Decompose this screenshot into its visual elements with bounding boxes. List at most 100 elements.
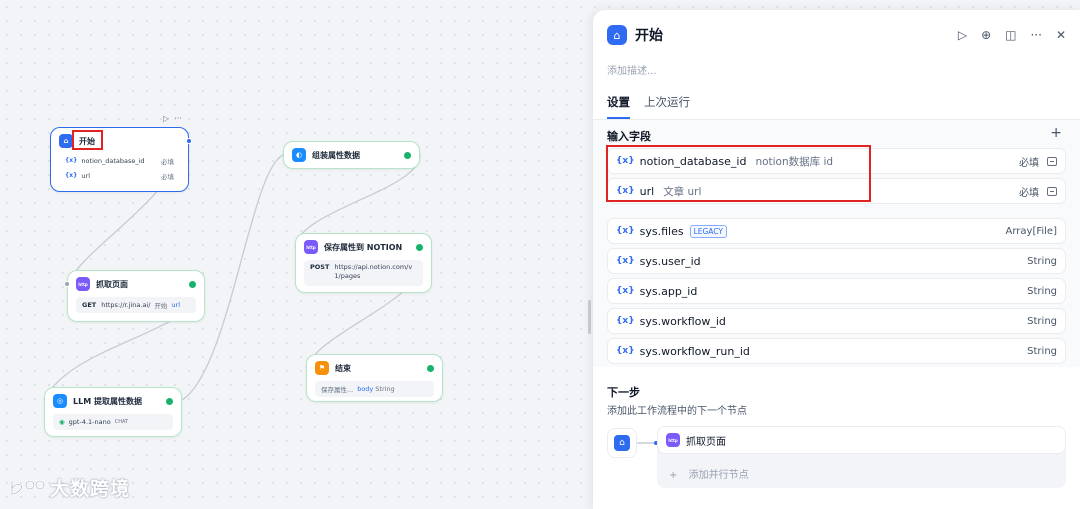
next-node-label: 抓取页面 bbox=[686, 436, 726, 448]
panel-title[interactable]: 开始 bbox=[635, 25, 663, 45]
home-icon: ⌂ bbox=[614, 435, 630, 451]
required-label: 必填 bbox=[1019, 157, 1039, 169]
run-icon[interactable]: ▷ bbox=[958, 28, 967, 42]
variable-icon: {x} bbox=[616, 346, 635, 356]
system-var-row: {x} sys.workflow_id String bbox=[607, 308, 1066, 334]
add-parallel-label: 添加并行节点 bbox=[688, 470, 749, 481]
http-icon: http bbox=[76, 277, 90, 291]
text-type-icon bbox=[1047, 156, 1057, 166]
more-icon[interactable]: ··· bbox=[1030, 28, 1041, 42]
node-start-field-0: {x} notion_database_id 必填 bbox=[59, 154, 180, 167]
node-save-title: 保存属性到 NOTION bbox=[324, 242, 403, 252]
highlight-input-fields bbox=[606, 145, 871, 202]
required-label: 必填 bbox=[161, 157, 174, 166]
next-node-item[interactable]: http 抓取页面 bbox=[657, 426, 1066, 454]
success-icon bbox=[416, 244, 423, 251]
panel-header: ⌂ 开始 ▷ ⊕ ◫ ··· ✕ bbox=[607, 24, 1066, 46]
openai-icon: ◉ bbox=[59, 418, 65, 426]
node-start[interactable]: ⌂ 开始 {x} notion_database_id 必填 {x} url 必… bbox=[50, 127, 192, 192]
request-url: https://api.notion.com/v1/pages bbox=[334, 263, 413, 280]
success-icon bbox=[189, 281, 196, 288]
next-step-list: http 抓取页面 + 添加并行节点 bbox=[657, 426, 1066, 488]
node-settings-panel: ⌂ 开始 ▷ ⊕ ◫ ··· ✕ 添加描述... 设置 上次运行 输入字段 + … bbox=[593, 10, 1080, 509]
node-fetch[interactable]: http 抓取页面 GET https://r.jina.ai/ 开始 url bbox=[64, 270, 205, 322]
text-type-icon bbox=[1047, 186, 1057, 196]
http-method: POST bbox=[310, 263, 330, 271]
system-var-row: {x} sys.user_id String bbox=[607, 248, 1066, 274]
tab-last-run[interactable]: 上次运行 bbox=[644, 94, 690, 119]
node-fetch-title: 抓取页面 bbox=[96, 279, 128, 289]
output-handle[interactable] bbox=[186, 138, 192, 144]
llm-icon: ◎ bbox=[53, 394, 67, 408]
node-save-request: POST https://api.notion.com/v1/pages bbox=[304, 260, 423, 286]
node-llm[interactable]: ◎ LLM 提取属性数据 ◉ gpt-4.1-nano CHAT bbox=[44, 387, 182, 437]
more-icon[interactable]: ··· bbox=[174, 114, 182, 123]
system-var-row: {x} sys.workflow_run_id String bbox=[607, 338, 1066, 364]
next-step-title: 下一步 bbox=[607, 386, 640, 399]
node-end-header: ⚑ 结束 bbox=[307, 355, 442, 381]
variable-icon: {x} bbox=[65, 157, 78, 164]
var-name: body bbox=[357, 385, 374, 393]
var-type: String bbox=[1027, 345, 1057, 357]
node-assemble[interactable]: ◐ 组装属性数据 bbox=[283, 141, 420, 169]
next-step-subtitle: 添加此工作流程中的下一个节点 bbox=[607, 406, 747, 417]
node-start-field-1: {x} url 必填 bbox=[59, 169, 180, 182]
node-save-header: http 保存属性到 NOTION bbox=[296, 234, 431, 260]
node-end[interactable]: ⚑ 结束 保存属性... body String bbox=[306, 354, 443, 402]
variable-icon: {x} bbox=[616, 226, 635, 236]
field-meta: 必填 bbox=[1019, 184, 1057, 199]
variable-icon: {x} bbox=[616, 286, 635, 296]
var-name: sys.user_id bbox=[639, 254, 701, 268]
add-parallel-node[interactable]: + 添加并行节点 bbox=[669, 466, 749, 481]
highlight-start-title bbox=[72, 130, 103, 150]
var-type: String bbox=[375, 385, 395, 393]
var-type: Array[File] bbox=[1005, 225, 1057, 237]
variable-icon: {x} bbox=[616, 256, 635, 266]
next-connector bbox=[637, 441, 658, 445]
success-icon bbox=[166, 398, 173, 405]
node-save[interactable]: http 保存属性到 NOTION POST https://api.notio… bbox=[295, 233, 432, 293]
node-llm-title: LLM 提取属性数据 bbox=[73, 396, 142, 406]
request-url: https://r.jina.ai/ bbox=[101, 301, 151, 309]
tab-settings[interactable]: 设置 bbox=[607, 94, 630, 119]
panel-actions: ▷ ⊕ ◫ ··· ✕ bbox=[958, 28, 1066, 42]
var-name: sys.app_id bbox=[639, 284, 698, 298]
panel-resize-handle[interactable] bbox=[588, 300, 591, 334]
node-assemble-title: 组装属性数据 bbox=[312, 150, 360, 160]
system-var-row: {x} sys.files LEGACY Array[File] bbox=[607, 218, 1066, 244]
node-fetch-request: GET https://r.jina.ai/ 开始 url bbox=[76, 297, 196, 313]
add-field-icon[interactable]: + bbox=[1050, 125, 1062, 141]
home-icon: ⌂ bbox=[59, 134, 73, 148]
model-name: gpt-4.1-nano bbox=[68, 418, 111, 426]
node-llm-model: ◉ gpt-4.1-nano CHAT bbox=[53, 414, 173, 430]
panel-tabs: 设置 上次运行 bbox=[607, 94, 690, 119]
watermark-logo bbox=[10, 479, 46, 496]
required-label: 必填 bbox=[161, 172, 174, 181]
http-icon: http bbox=[304, 240, 318, 254]
model-tag: CHAT bbox=[114, 419, 129, 425]
node-llm-header: ◎ LLM 提取属性数据 bbox=[45, 388, 181, 414]
var-type: String bbox=[1027, 255, 1057, 267]
var-name: sys.workflow_run_id bbox=[639, 344, 750, 358]
split-view-icon[interactable]: ◫ bbox=[1005, 28, 1016, 42]
close-icon[interactable]: ✕ bbox=[1056, 28, 1066, 42]
node-end-title: 结束 bbox=[335, 363, 351, 373]
variable-icon: {x} bbox=[65, 172, 78, 179]
locate-icon[interactable]: ⊕ bbox=[981, 28, 991, 42]
var-name: url bbox=[171, 301, 181, 309]
description-input[interactable]: 添加描述... bbox=[607, 62, 657, 77]
success-icon bbox=[404, 152, 411, 159]
var-type: String bbox=[1027, 315, 1057, 327]
http-method: GET bbox=[82, 301, 97, 309]
run-node-icon[interactable]: ▷ bbox=[163, 114, 169, 123]
input-handle[interactable] bbox=[64, 281, 70, 287]
end-icon: ⚑ bbox=[315, 361, 329, 375]
field-name: notion_database_id bbox=[81, 156, 145, 165]
current-node-badge: ⌂ bbox=[607, 428, 637, 458]
watermark-text: 大数跨境 bbox=[50, 478, 131, 500]
home-icon: ⌂ bbox=[607, 25, 627, 45]
var-name: sys.files bbox=[639, 224, 684, 238]
node-fetch-header: http 抓取页面 bbox=[68, 271, 204, 297]
system-var-row: {x} sys.app_id String bbox=[607, 278, 1066, 304]
node-end-output: 保存属性... body String bbox=[315, 381, 434, 397]
